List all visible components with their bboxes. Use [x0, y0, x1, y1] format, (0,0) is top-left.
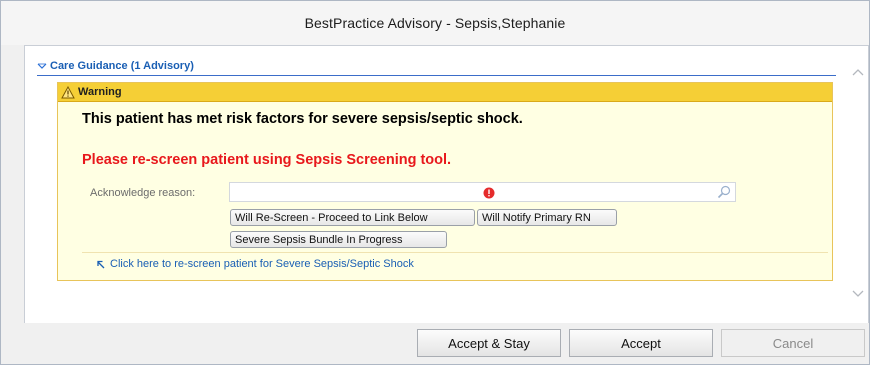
title-bar: BestPractice Advisory - Sepsis,Stephanie — [1, 1, 869, 45]
warning-advisory: Warning This patient has met risk factor… — [57, 82, 833, 281]
acknowledge-reason-label: Acknowledge reason: — [90, 187, 196, 199]
window-title: BestPractice Advisory - Sepsis,Stephanie — [304, 15, 566, 31]
chevron-down-icon[interactable] — [37, 61, 47, 71]
advisory-content-pane: Care Guidance (1 Advisory) Warning This … — [24, 45, 869, 324]
dialog-footer: Accept & Stay Accept Cancel — [1, 323, 869, 364]
acknowledge-reason-input[interactable] — [229, 182, 736, 202]
chevron-up-icon — [852, 69, 864, 76]
cancel-button[interactable]: Cancel — [721, 329, 865, 357]
scroll-up-button[interactable] — [851, 66, 865, 78]
search-icon[interactable] — [717, 185, 731, 199]
rescreen-link-text[interactable]: Click here to re-screen patient for Seve… — [110, 258, 414, 270]
warning-header: Warning — [58, 83, 832, 102]
section-label[interactable]: Care Guidance (1 Advisory) — [50, 60, 194, 72]
accept-button[interactable]: Accept — [569, 329, 713, 357]
scroll-down-button[interactable] — [851, 288, 865, 300]
advisory-dialog: BestPractice Advisory - Sepsis,Stephanie… — [0, 0, 870, 365]
error-icon — [483, 187, 495, 199]
accept-and-stay-button[interactable]: Accept & Stay — [417, 329, 561, 357]
section-divider — [37, 75, 836, 76]
link-arrow-icon — [97, 260, 105, 269]
chevron-down-icon — [852, 290, 864, 297]
section-header[interactable]: Care Guidance (1 Advisory) — [37, 58, 194, 74]
reason-rescreen-button[interactable]: Will Re-Screen - Proceed to Link Below — [230, 209, 475, 226]
warning-label: Warning — [78, 86, 122, 98]
advisory-message: This patient has met risk factors for se… — [82, 111, 523, 127]
rescreen-link[interactable]: Click here to re-screen patient for Seve… — [96, 258, 414, 270]
reason-notify-rn-button[interactable]: Will Notify Primary RN — [477, 209, 617, 226]
advisory-divider — [82, 252, 828, 253]
reason-bundle-in-progress-button[interactable]: Severe Sepsis Bundle In Progress — [230, 231, 447, 248]
vertical-scrollbar[interactable] — [848, 46, 868, 323]
warning-triangle-icon — [61, 85, 75, 98]
advisory-instruction: Please re-screen patient using Sepsis Sc… — [82, 152, 452, 168]
